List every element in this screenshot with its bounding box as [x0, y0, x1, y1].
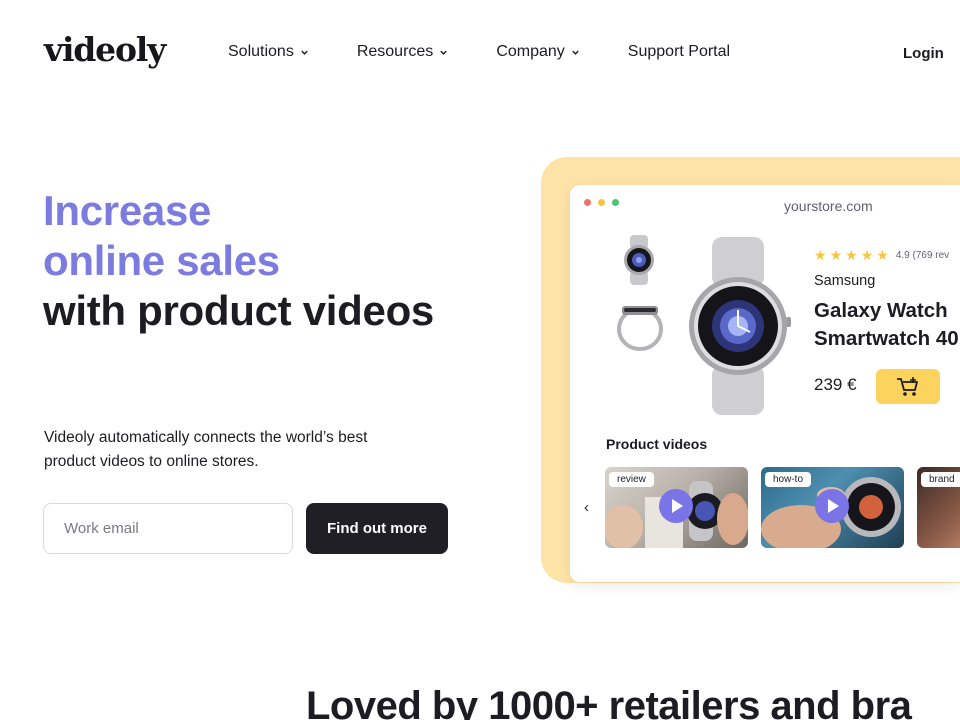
work-email-input[interactable] — [43, 503, 293, 554]
video-tag-brand: brand — [921, 472, 960, 487]
hero-headline: Increase online sales with product video… — [43, 186, 434, 336]
watch-front-thumbnail[interactable] — [618, 235, 660, 285]
nav-support-portal-label: Support Portal — [627, 43, 731, 60]
play-icon[interactable] — [659, 489, 693, 523]
star-icon: ★ — [829, 247, 843, 263]
star-icon: ★ — [845, 247, 858, 263]
star-icon: ★ — [860, 247, 874, 263]
headline-line-1: Increase — [43, 187, 212, 234]
chevron-down-icon — [440, 50, 448, 55]
product-name-line-1: Galaxy Watch — [814, 299, 948, 322]
video-tag-review: review — [609, 472, 654, 487]
main-nav: Solutions Resources Company Support Port… — [228, 43, 778, 61]
play-icon[interactable] — [815, 489, 849, 523]
window-dot-red — [584, 199, 591, 206]
window-dot-green — [612, 199, 619, 206]
nav-solutions-label: Solutions — [228, 43, 294, 60]
nav-company-label: Company — [496, 43, 565, 60]
headline-line-2: online sales — [43, 237, 280, 284]
carousel-prev-arrow-icon[interactable]: ‹ — [584, 499, 589, 516]
login-link[interactable]: Login — [903, 45, 944, 62]
star-icon: ★ — [876, 247, 889, 263]
loved-by-heading: Loved by 1000+ retailers and bra — [306, 684, 912, 720]
video-tag-how-to: how-to — [765, 472, 812, 487]
product-videos-title: Product videos — [606, 436, 708, 452]
rating-text: 4.9 (769 rev — [895, 249, 950, 261]
product-name: Galaxy Watch Smartwatch 40 — [814, 297, 960, 353]
nav-support-portal[interactable]: Support Portal — [628, 43, 730, 61]
smartwatch-main-image — [689, 237, 791, 415]
chevron-down-icon — [301, 50, 308, 55]
store-mockup-window: yourstore.com ★ ★ ★ ★ ★ 4.9 (769 rev Sam… — [570, 185, 960, 582]
product-name-line-2: Smartwatch 40 — [814, 327, 959, 350]
hero-subtext: Videoly automatically connects the world… — [44, 429, 368, 470]
video-card-review[interactable]: review — [605, 467, 748, 548]
nav-solutions[interactable]: Solutions — [228, 43, 309, 61]
star-icon: ★ — [814, 247, 827, 263]
product-brand: Samsung — [814, 273, 876, 289]
cart-icon — [897, 376, 918, 396]
videoly-logo[interactable]: videoly — [44, 30, 166, 69]
rating-stars: ★ ★ ★ ★ ★ 4.9 (769 rev — [814, 248, 949, 262]
nav-company[interactable]: Company — [496, 43, 579, 61]
headline-line-3: with product videos — [43, 287, 434, 334]
watch-side-thumbnail[interactable] — [614, 303, 666, 355]
nav-resources[interactable]: Resources — [357, 43, 448, 61]
find-out-more-button[interactable]: Find out more — [306, 503, 448, 554]
chevron-down-icon — [572, 50, 579, 55]
video-card-brand[interactable]: brand — [917, 467, 960, 548]
store-url: yourstore.com — [784, 198, 873, 214]
video-card-how-to[interactable]: how-to — [761, 467, 904, 548]
nav-resources-label: Resources — [356, 43, 434, 60]
add-to-cart-button[interactable] — [876, 369, 940, 404]
product-price: 239 € — [814, 375, 857, 394]
window-dot-yellow — [598, 199, 605, 206]
